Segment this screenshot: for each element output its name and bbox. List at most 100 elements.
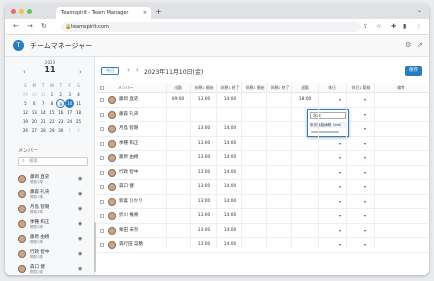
sidepanel-icon[interactable]: ▮ — [403, 23, 406, 31]
calendar-day[interactable]: 25 — [74, 117, 83, 126]
calendar-day[interactable]: 18 — [74, 108, 83, 117]
calendar-day[interactable]: 29 — [48, 126, 57, 135]
calendar-day[interactable]: 4 — [74, 90, 83, 99]
calendar-day[interactable]: 9 — [56, 99, 66, 108]
visibility-eye-icon[interactable]: ◉ — [78, 221, 82, 227]
calendar-day[interactable]: 30 — [56, 126, 65, 135]
member-list-item[interactable]: 月島 智朗 開発2課 ◉ — [15, 202, 93, 217]
break1-end-cell[interactable]: 14:00 — [218, 166, 242, 180]
table-row[interactable]: 藤原 由樹 13:00 14:00 ▾ ▾ — [96, 151, 429, 166]
visibility-eye-icon[interactable]: ◉ — [78, 206, 82, 212]
leave-type-input[interactable]: 年次 — [310, 112, 346, 119]
today-button[interactable]: 今日 — [101, 67, 119, 75]
prev-day-icon[interactable]: ‹ — [127, 66, 130, 74]
clock-in-cell[interactable]: 09:00 — [168, 93, 188, 107]
back-arrow-icon[interactable]: ← — [13, 22, 19, 31]
calendar-day[interactable]: 27 — [30, 126, 39, 135]
calendar-day[interactable]: 2 — [56, 90, 65, 99]
break1-end-cell[interactable]: 14:00 — [218, 93, 242, 107]
holiday-work-dropdown-chevron-icon[interactable]: ▾ — [364, 166, 366, 180]
column-header[interactable]: 休憩2 開始 — [243, 83, 267, 93]
column-header[interactable]: 休憩1 終了 — [218, 83, 242, 93]
column-header[interactable]: 休日1 勤務 — [348, 83, 374, 93]
settings-gear-icon[interactable]: ⚙ — [405, 41, 411, 49]
calendar-day[interactable]: 28 — [39, 126, 48, 135]
break1-end-cell[interactable]: 14:00 — [218, 137, 242, 151]
close-window-icon[interactable] — [11, 9, 16, 14]
table-row[interactable]: 藤森 礼央▾▾ — [96, 108, 429, 122]
table-row[interactable]: 森行田 菜穂 13:00 14:00 ▾ ▾ — [96, 238, 429, 253]
reload-icon[interactable]: ↻ — [41, 22, 47, 31]
break1-end-cell[interactable]: 14:00 — [218, 151, 242, 165]
table-row[interactable]: 新喜 ひかり 13:00 14:00 ▾ ▾ — [96, 195, 429, 209]
new-tab-button[interactable]: + — [155, 7, 162, 17]
member-search-input[interactable]: ⌕ 検索 — [18, 157, 88, 166]
break1-end-cell[interactable]: 14:00 — [218, 195, 242, 209]
break1-end-cell[interactable]: 14:00 — [218, 180, 242, 194]
share-icon[interactable]: ⇪ — [363, 23, 368, 31]
tab-close-icon[interactable]: × — [143, 7, 147, 19]
holiday-dropdown-chevron-icon[interactable]: ▾ — [339, 93, 341, 107]
calendar-day[interactable]: 29 — [21, 90, 30, 99]
minimize-window-icon[interactable] — [19, 9, 24, 14]
calendar-day[interactable]: 15 — [48, 108, 57, 117]
holiday-dropdown-chevron-icon[interactable]: ▾ — [339, 166, 341, 180]
member-list-item[interactable]: 森口 健開発2課 ◉ — [15, 262, 93, 275]
calendar-day[interactable]: 31 — [39, 90, 48, 99]
visibility-eye-icon[interactable]: ◉ — [78, 251, 82, 257]
holiday-work-dropdown-chevron-icon[interactable]: ▾ — [364, 93, 366, 107]
holiday-work-dropdown-chevron-icon[interactable]: ▾ — [364, 180, 366, 194]
holiday-dropdown-chevron-icon[interactable]: ▾ — [339, 238, 341, 252]
row-checkbox[interactable] — [100, 243, 104, 247]
visibility-eye-icon[interactable]: ◉ — [78, 191, 82, 197]
calendar-day[interactable]: 20 — [30, 117, 39, 126]
holiday-work-dropdown-chevron-icon[interactable]: ▾ — [364, 238, 366, 252]
table-row[interactable]: 折川 権將 13:00 14:00 ▾ ▾ — [96, 209, 429, 224]
extensions-icon[interactable]: ✚ — [391, 23, 396, 31]
row-checkbox[interactable] — [100, 185, 104, 189]
holiday-work-dropdown-chevron-icon[interactable]: ▾ — [364, 151, 366, 165]
row-checkbox[interactable] — [100, 156, 104, 160]
tab-list-chevron-icon[interactable]: ⌄ — [417, 7, 422, 14]
member-list-item[interactable]: 季種 和正 開発2課 ◉ — [15, 217, 93, 232]
row-checkbox[interactable] — [100, 127, 104, 131]
holiday-dropdown-chevron-icon[interactable]: ▾ — [339, 137, 341, 151]
column-header[interactable]: 休憩1 開始 — [192, 83, 216, 93]
member-list-item[interactable]: 行政 智中 開発2課 ◉ — [15, 247, 93, 262]
calendar-day[interactable]: 1 — [65, 126, 74, 135]
column-header[interactable]: 休日 — [321, 83, 343, 93]
select-all-checkbox[interactable] — [100, 86, 104, 90]
break1-end-cell[interactable]: 14:00 — [218, 224, 242, 238]
calendar-day[interactable]: 23 — [56, 117, 65, 126]
row-checkbox[interactable] — [100, 170, 104, 175]
break1-start-cell[interactable]: 13:00 — [192, 93, 216, 107]
calendar-day[interactable]: 12 — [21, 108, 30, 117]
member-list-item[interactable]: 藤岡 直史 開発1課 ◉ — [15, 172, 93, 187]
column-header[interactable]: 備考 — [386, 83, 416, 93]
break1-start-cell[interactable]: 13:00 — [192, 180, 216, 194]
break1-start-cell[interactable]: 13:00 — [192, 238, 216, 252]
calendar-day[interactable]: 10 — [65, 99, 75, 108]
column-header[interactable]: メンバー — [118, 83, 158, 93]
calendar-day[interactable]: 3 — [65, 90, 74, 99]
table-row[interactable]: 行政 智中 13:00 14:00 ▾ ▾ — [96, 166, 429, 180]
holiday-work-dropdown-chevron-icon[interactable]: ▾ — [364, 108, 366, 122]
calendar-day[interactable]: 21 — [39, 117, 48, 126]
break1-start-cell[interactable]: 13:00 — [192, 224, 216, 238]
table-row[interactable]: 月島 智朗13:0014:00▾▾ — [96, 122, 429, 137]
break1-start-cell[interactable]: 13:00 — [192, 151, 216, 165]
calendar-day[interactable]: 26 — [21, 126, 30, 135]
row-checkbox[interactable] — [100, 112, 104, 117]
calendar-day[interactable]: 14 — [39, 108, 48, 117]
calendar-day[interactable]: 16 — [56, 108, 65, 117]
calendar-day[interactable]: 13 — [30, 108, 39, 117]
clock-out-cell[interactable]: 18:00 — [293, 93, 317, 107]
calendar-day[interactable]: 24 — [65, 117, 74, 126]
dropdown-scrollbar[interactable] — [311, 131, 339, 133]
column-header[interactable]: 退勤 — [293, 83, 317, 93]
break1-start-cell[interactable]: 13:00 — [192, 209, 216, 223]
calendar-day[interactable]: 17 — [65, 108, 74, 117]
visibility-eye-icon[interactable]: ◉ — [78, 176, 82, 182]
calendar-day[interactable]: 8 — [48, 99, 57, 108]
break1-start-cell[interactable]: 13:00 — [192, 195, 216, 209]
